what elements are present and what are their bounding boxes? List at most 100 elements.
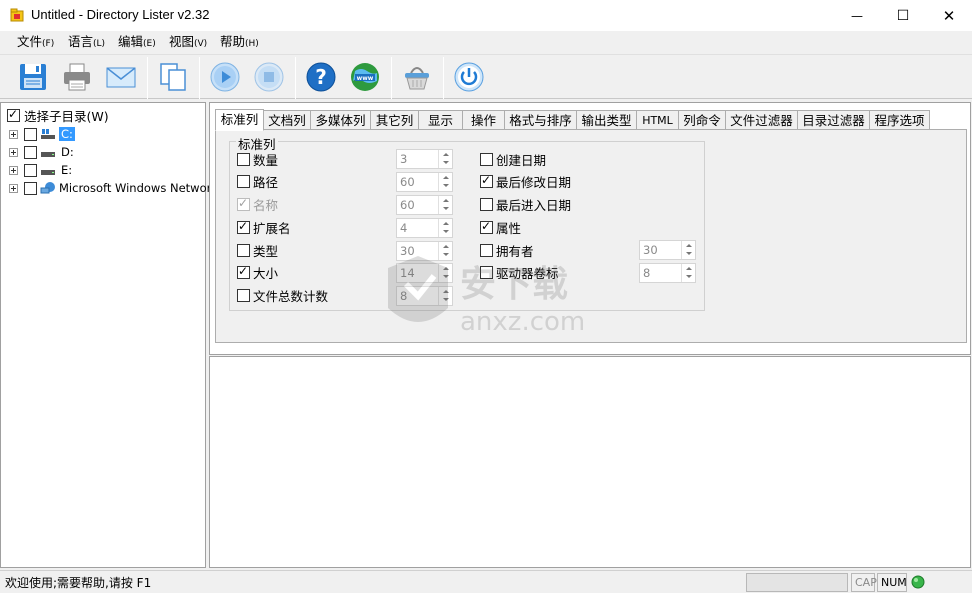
menu-edit-accel: (E) [143, 39, 156, 49]
tab-directory-filter[interactable]: 目录过滤器 [798, 110, 870, 130]
copy-button[interactable] [155, 59, 191, 95]
spinner-arrows-icon[interactable] [438, 150, 452, 168]
menu-help[interactable]: 帮助(H) [218, 31, 261, 53]
tab-file-filter[interactable]: 文件过滤器 [726, 110, 798, 130]
tree-item-network[interactable]: Microsoft Windows Network [9, 179, 218, 197]
tree-item-checkbox[interactable] [24, 163, 37, 177]
status-num: NUM [877, 573, 907, 592]
option-accessed-date[interactable]: 最后进入日期 [480, 195, 571, 213]
option-checkbox[interactable] [480, 173, 493, 188]
extension-width-spinner[interactable]: 4 [396, 218, 453, 238]
option-owner[interactable]: 拥有者 [480, 241, 534, 259]
spinner-arrows-icon[interactable] [438, 242, 452, 260]
option-total-file-count[interactable]: 文件总数计数 [237, 286, 328, 304]
tab-program-options[interactable]: 程序选项 [870, 110, 930, 130]
spinner-arrows-icon[interactable] [681, 264, 695, 282]
option-path[interactable]: 路径 [237, 172, 278, 190]
toolbar-separator [295, 57, 296, 99]
spinner-arrows-icon[interactable] [438, 173, 452, 191]
web-icon: www [351, 63, 379, 91]
minimize-button[interactable]: — [834, 0, 880, 31]
help-button[interactable]: ? [303, 59, 339, 95]
tab-output-type[interactable]: 输出类型 [577, 110, 637, 130]
power-icon [454, 62, 484, 92]
size-width-spinner[interactable]: 14 [396, 263, 453, 283]
count-width-spinner[interactable]: 3 [396, 149, 453, 169]
email-button[interactable] [103, 59, 139, 95]
option-checkbox[interactable] [480, 152, 493, 166]
power-button[interactable] [451, 59, 487, 95]
tree-item-d[interactable]: D: [9, 143, 74, 161]
name-width-spinner[interactable]: 60 [396, 195, 453, 215]
option-count[interactable]: 数量 [237, 150, 278, 168]
tab-display[interactable]: 显示 [419, 110, 463, 130]
save-button[interactable] [15, 59, 51, 95]
tab-document-columns[interactable]: 文档列 [264, 110, 311, 130]
option-checkbox[interactable] [237, 243, 250, 257]
option-created-date[interactable]: 创建日期 [480, 150, 546, 168]
spinner-arrows-icon[interactable] [438, 219, 452, 237]
total-count-width-spinner[interactable]: 8 [396, 286, 453, 306]
tab-standard-columns[interactable]: 标准列 [215, 109, 264, 131]
tab-operations[interactable]: 操作 [463, 110, 505, 130]
expand-icon[interactable] [9, 129, 18, 139]
tab-format-sort[interactable]: 格式与排序 [505, 110, 577, 130]
option-checkbox[interactable] [480, 243, 493, 257]
spinner-value: 60 [400, 198, 415, 212]
option-checkbox[interactable] [237, 174, 250, 188]
tree-item-checkbox[interactable] [24, 127, 37, 141]
menu-language[interactable]: 语言(L) [66, 31, 107, 53]
option-checkbox[interactable] [237, 219, 250, 234]
tab-column-commands[interactable]: 列命令 [679, 110, 726, 130]
basket-button[interactable] [399, 59, 435, 95]
tree-item-e[interactable]: E: [9, 161, 72, 179]
option-size[interactable]: 大小 [237, 263, 278, 281]
option-volume-label[interactable]: 驱动器卷标 [480, 263, 559, 281]
tab-other-columns[interactable]: 其它列 [371, 110, 419, 130]
tree-item-c[interactable]: C: [9, 125, 75, 143]
print-button[interactable] [59, 59, 95, 95]
path-width-spinner[interactable]: 60 [396, 172, 453, 192]
spinner-arrows-icon[interactable] [438, 264, 452, 282]
menu-file[interactable]: 文件(F) [15, 31, 56, 53]
directory-tree[interactable]: 选择子目录(W) C: D: E: Microsoft Windows Netw… [0, 102, 218, 568]
option-checkbox[interactable] [237, 288, 250, 302]
select-subdirs-row[interactable]: 选择子目录(W) [7, 106, 109, 124]
option-type[interactable]: 类型 [237, 241, 278, 259]
option-checkbox[interactable] [480, 219, 493, 234]
menu-view[interactable]: 视图(V) [167, 31, 209, 53]
option-label: 名称 [253, 197, 279, 213]
spinner-arrows-icon[interactable] [681, 241, 695, 259]
tab-html[interactable]: HTML [637, 110, 679, 130]
close-button[interactable]: ✕ [926, 0, 972, 31]
stop-button[interactable] [251, 59, 287, 95]
expand-icon[interactable] [9, 147, 18, 157]
option-extension[interactable]: 扩展名 [237, 218, 291, 236]
play-button[interactable] [207, 59, 243, 95]
menu-file-accel: (F) [42, 39, 55, 49]
spinner-value: 30 [400, 244, 415, 258]
output-panel[interactable] [209, 356, 971, 568]
spinner-arrows-icon[interactable] [438, 196, 452, 214]
maximize-button[interactable]: ☐ [880, 0, 926, 31]
tree-item-checkbox[interactable] [24, 145, 37, 159]
option-label: 驱动器卷标 [496, 265, 559, 281]
option-modified-date[interactable]: 最后修改日期 [480, 172, 571, 190]
expand-icon[interactable] [9, 165, 18, 175]
menu-edit[interactable]: 编辑(E) [116, 31, 158, 53]
select-subdirs-checkbox[interactable] [7, 107, 20, 122]
expand-icon[interactable] [9, 183, 18, 193]
option-checkbox[interactable] [480, 265, 493, 279]
volume-label-width-spinner[interactable]: 8 [639, 263, 696, 283]
option-checkbox[interactable] [480, 197, 493, 211]
owner-width-spinner[interactable]: 30 [639, 240, 696, 260]
type-width-spinner[interactable]: 30 [396, 241, 453, 261]
option-attributes[interactable]: 属性 [480, 218, 521, 236]
spinner-arrows-icon[interactable] [438, 287, 452, 305]
option-checkbox[interactable] [237, 152, 250, 166]
tab-media-columns[interactable]: 多媒体列 [311, 110, 371, 130]
web-button[interactable]: www [347, 59, 383, 95]
tree-item-checkbox[interactable] [24, 181, 37, 195]
option-checkbox[interactable] [237, 264, 250, 279]
tab-label: 输出类型 [581, 113, 632, 128]
